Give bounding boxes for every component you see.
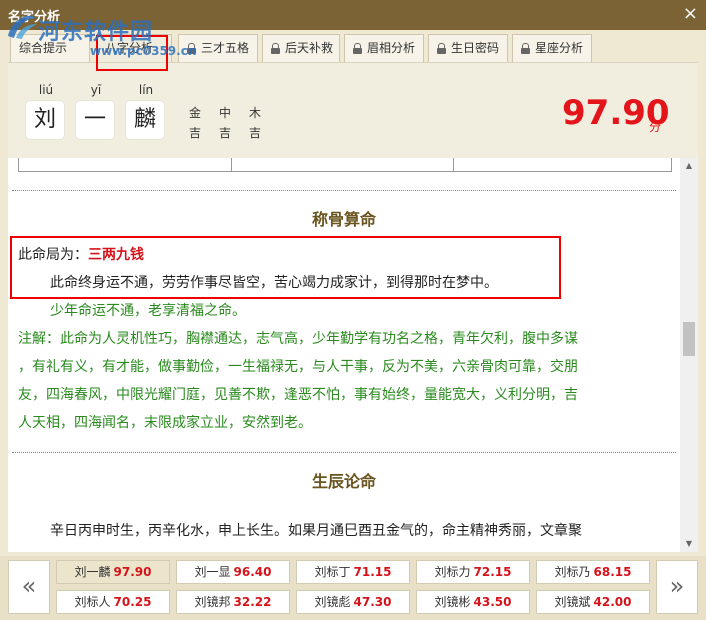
note-line: ，有礼有义，有才能，做事勤俭，一生福禄无，与人干事，反为不美，六亲骨肉可靠，交朋 (18, 359, 578, 375)
candidate-score: 71.15 (353, 565, 392, 579)
candidate-name: 刘镜彪 (314, 595, 351, 609)
tab-label: 星座分析 (535, 41, 584, 55)
hanzi: 刘 (26, 101, 64, 139)
wuxing-element: 中 (218, 106, 231, 120)
candidate-item[interactable]: 刘标人 70.25 (56, 590, 170, 614)
candidate-item[interactable]: 刘镜彪 47.30 (296, 590, 410, 614)
hanzi: 一 (76, 101, 114, 139)
candidate-score: 70.25 (113, 595, 152, 609)
next-page-button[interactable]: » (656, 560, 698, 614)
close-icon[interactable]: × (683, 3, 698, 25)
pinyin: yī (90, 83, 102, 97)
scroll-up-icon[interactable]: ▲ (680, 158, 698, 174)
section-divider (12, 190, 676, 191)
wuxing-luck: 吉 (188, 126, 201, 140)
tab-label: 三才五格 (201, 41, 250, 55)
candidate-name: 刘一显 (194, 565, 231, 579)
watermark-logo-icon (8, 15, 37, 39)
wuxing-col-1: 金 吉 (188, 103, 202, 143)
candidate-item[interactable]: 刘镜彬 43.50 (416, 590, 530, 614)
section-title-chenggu: 称骨算命 (311, 210, 376, 229)
wuxing-element: 金 (188, 106, 201, 120)
candidate-bar: « 刘一麟 97.90 刘一显 96.40 刘标丁 71.15 刘标力 72.15 刘标… (0, 556, 706, 620)
scroll-down-icon[interactable]: ▼ (680, 536, 698, 552)
tab-label: 生日密码 (451, 41, 500, 55)
tab-label: 后天补救 (285, 41, 334, 55)
candidate-name: 刘标人 (74, 595, 111, 609)
candidate-score: 96.40 (233, 565, 272, 579)
table-remnant (18, 158, 672, 172)
lock-icon (271, 43, 280, 54)
prev-page-button[interactable]: « (8, 560, 50, 614)
candidate-name: 刘标力 (434, 565, 471, 579)
content-scrollbar[interactable]: ▲ ▼ (680, 158, 698, 552)
note-line: 人天相，四海闻名，末限成家立业，安然到老。 (18, 415, 312, 431)
lock-icon (437, 43, 446, 54)
name-header: liú 刘 yī 一 lín 麟 金 吉 中 吉 木 吉 97.90 分 (8, 62, 698, 158)
section-title-shengchen: 生辰论命 (311, 472, 376, 491)
score-unit: 分 (649, 120, 662, 134)
candidate-score: 42.00 (593, 595, 632, 609)
candidate-item[interactable]: 刘一显 96.40 (176, 560, 290, 584)
name-char-2: yī 一 (76, 83, 116, 139)
candidate-name: 刘镜邦 (194, 595, 231, 609)
hanzi: 麟 (126, 101, 164, 139)
highlight-box-fate (10, 236, 561, 299)
scroll-thumb[interactable] (683, 322, 695, 356)
note-line: 注解：此命为人灵机性巧，胸襟通达，志气高，少年勤学有功名之格，青年欠利，腹中多谋 (18, 331, 578, 347)
lock-icon (521, 43, 530, 54)
candidate-score: 43.50 (473, 595, 512, 609)
tab-houtian[interactable]: 后天补救 (262, 34, 340, 62)
watermark-name: 河东软件园 (38, 20, 154, 45)
name-char-1: liú 刘 (26, 83, 66, 139)
shengchen-line: 辛日丙申时生，丙辛化水，申上长生。如果月通巳酉丑金气的，命主精神秀丽，文章聚 (50, 523, 582, 539)
candidate-score: 97.90 (113, 565, 152, 579)
wuxing-luck: 吉 (248, 126, 261, 140)
candidate-name: 刘镜彬 (434, 595, 471, 609)
analysis-content[interactable]: 称骨算命 此命局为：三两九钱 此命终身运不通，劳劳作事尽皆空，苦心竭力成家计，到… (8, 158, 680, 552)
name-char-3: lín 麟 (126, 83, 166, 139)
candidate-name: 刘标丁 (314, 565, 351, 579)
watermark-url: www.pc0359.cn (90, 44, 197, 58)
wuxing-col-3: 木 吉 (248, 103, 262, 143)
candidate-name: 刘镜斌 (554, 595, 591, 609)
tab-constellation[interactable]: 星座分析 (512, 34, 592, 62)
candidate-item[interactable]: 刘镜斌 42.00 (536, 590, 650, 614)
candidate-name: 刘一麟 (74, 565, 111, 579)
wuxing-luck: 吉 (218, 126, 231, 140)
wuxing-element: 木 (248, 106, 261, 120)
candidate-name: 刘标乃 (554, 565, 591, 579)
candidate-item[interactable]: 刘镜邦 32.22 (176, 590, 290, 614)
candidate-item[interactable]: 刘一麟 97.90 (56, 560, 170, 584)
candidate-score: 32.22 (233, 595, 272, 609)
candidate-item[interactable]: 刘标丁 71.15 (296, 560, 410, 584)
note-line: 友，四海春风，中限光耀门庭，见善不欺，逢恶不怕，事有始终，量能宽大，义利分明，吉 (18, 387, 578, 403)
section-divider (12, 452, 676, 453)
candidate-item[interactable]: 刘标力 72.15 (416, 560, 530, 584)
fate-sub: 少年命运不通，老享清福之命。 (50, 303, 246, 319)
candidate-score: 47.30 (353, 595, 392, 609)
pinyin: liú (38, 83, 54, 97)
tab-birthday-code[interactable]: 生日密码 (428, 34, 508, 62)
wuxing-col-2: 中 吉 (218, 103, 232, 143)
tab-label: 眉相分析 (367, 41, 416, 55)
pinyin: lín (138, 83, 154, 97)
candidate-score: 72.15 (473, 565, 512, 579)
lock-icon (353, 43, 362, 54)
candidate-score: 68.15 (593, 565, 632, 579)
tab-meixiang[interactable]: 眉相分析 (344, 34, 424, 62)
candidate-item[interactable]: 刘标乃 68.15 (536, 560, 650, 584)
